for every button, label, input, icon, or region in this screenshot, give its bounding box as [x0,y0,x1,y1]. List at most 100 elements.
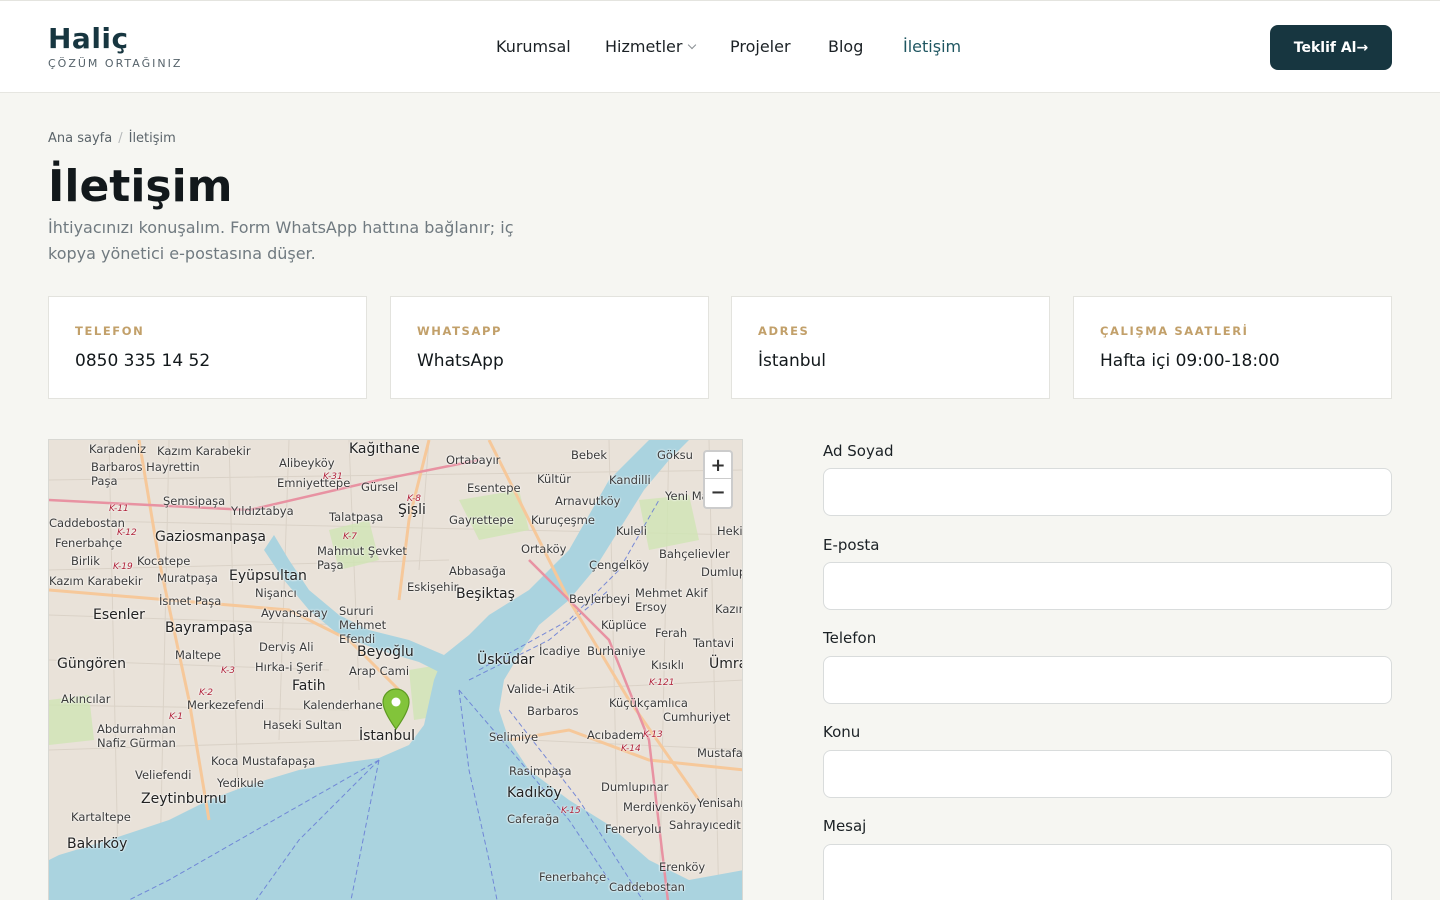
map-label: Kağıthane [349,441,420,457]
map-label: Güngören [57,656,126,672]
breadcrumb-home-link[interactable]: Ana sayfa [48,131,112,146]
road-label: K-12 [117,528,137,538]
map-label: Şemsipaşa [163,494,226,508]
phone-field[interactable] [823,656,1392,704]
road-label: K-3 [221,666,235,676]
map-label: Mehmet Akif Ersoy [635,586,708,614]
map-label: Akıncılar [61,692,111,706]
map-label: Beşiktaş [456,586,515,602]
road-label: K-1 [169,712,183,722]
map-label: Esentepe [467,481,521,495]
card-label: ÇALIŞMA SAATLERİ [1100,324,1249,338]
map-label: Arap Cami [349,664,410,678]
card-label: WHATSAPP [417,324,503,338]
map-label: Hırka-i Şerif [255,660,323,674]
email-field[interactable] [823,562,1392,610]
email-label: E-posta [823,536,880,554]
map-label: Merdivenköy [623,800,697,814]
nav-item-label: Hizmetler [605,37,683,56]
map-label: Sururi Mehmet Efendi [339,604,387,646]
card-value[interactable]: 0850 335 14 52 [75,351,210,371]
map-label: Ortaköy [521,542,567,556]
location-pin-icon[interactable] [382,688,410,730]
full-name-label: Ad Soyad [823,442,894,460]
brand-tagline: ÇÖZÜM ORTAĞINIZ [48,57,183,70]
map-label: Kalenderhane [303,698,383,712]
card-value[interactable]: WhatsApp [417,351,504,371]
map-label: Yenisahr [697,796,743,810]
message-label: Mesaj [823,817,867,835]
map-label: Beyoğlu [357,644,414,660]
location-map[interactable]: Karadeniz Kazım Karabekir Kağıthane Orta… [48,439,743,900]
map-label: Yıldıztabya [231,504,294,518]
map-label: Kocatepe [137,554,191,568]
map-label: Caddebostan [49,516,125,530]
map-label: Kandilli [609,473,651,487]
map-label: Kazım Karabekir [157,444,251,458]
phone-label: Telefon [823,629,877,647]
map-label: Bahçelievler [659,547,730,561]
map-label: Fatih [292,678,326,694]
zoom-in-button[interactable]: + [705,452,731,479]
map-label: Kazım Karabekir [49,574,143,588]
road-label: K-121 [649,678,675,688]
map-label: Gayrettepe [449,513,514,527]
road-label: K-2 [199,688,213,698]
map-label: Bakırköy [67,836,128,852]
map-label: Rasimpaşa [509,764,572,778]
info-card-address: ADRES İstanbul [731,296,1050,399]
map-label: Caferağa [507,812,560,826]
map-label: İcadiye [539,644,581,658]
map-label: Merkezefendi [187,698,265,712]
map-label: Alibeyköy [279,456,335,470]
map-label: Kuruçeşme [531,513,595,527]
map-label: Burhaniye [587,644,646,658]
road-label: K-7 [343,532,357,542]
map-label: Küplüce [601,618,647,632]
map-label: Ferah [655,626,688,640]
map-label: Esenler [93,607,145,623]
map-label: Dumlup [701,565,743,579]
nav-item-hizmetler[interactable]: Hizmetler [605,36,697,58]
nav-item-blog[interactable]: Blog [828,36,863,58]
map-label: Mahmut Şevket Paşa [317,544,407,572]
map-label: Abdurrahman Nafiz Gürman [97,722,176,750]
map-label: Ortabayır [446,453,501,467]
full-name-field[interactable] [823,468,1392,516]
brand-logo[interactable]: Haliç ÇÖZÜM ORTAĞINIZ [48,22,183,71]
map-label: Tantavi [693,636,735,650]
card-value: Hafta içi 09:00-18:00 [1100,351,1280,371]
map-label: Kültür [537,472,571,486]
site-header: Haliç ÇÖZÜM ORTAĞINIZ Kurumsal Hizmetler… [0,0,1440,93]
map-zoom-control: + − [703,450,733,509]
breadcrumb-current: İletişim [128,131,176,146]
map-label: Gaziosmanpaşa [155,529,266,545]
brand-name: Haliç [48,22,129,55]
road-label: K-19 [113,562,133,572]
map-label: Küçükçamlıca [609,696,688,710]
map-label: Mustafa [697,746,743,760]
map-label: Koca Mustafapaşa [211,754,316,768]
road-label: K-8 [407,494,421,504]
card-label: ADRES [758,324,810,338]
nav-item-kurumsal[interactable]: Kurumsal [496,36,571,58]
nav-item-projeler[interactable]: Projeler [730,36,791,58]
map-label: Çengelköy [589,558,650,572]
map-label: Karadeniz [89,442,147,456]
nav-item-iletisim[interactable]: İletişim [903,36,961,58]
map-label: Feneryolu [605,822,662,836]
map-label: Derviş Ali [259,640,314,654]
quote-button[interactable]: Teklif Al→ [1270,25,1392,70]
info-card-whatsapp: WHATSAPP WhatsApp [390,296,709,399]
breadcrumb-separator: / [118,131,123,146]
map-label: Veliefendi [135,768,192,782]
map-label: Selimiye [489,730,539,744]
message-field[interactable] [823,844,1392,900]
zoom-out-button[interactable]: − [705,479,731,506]
card-value: İstanbul [758,351,827,371]
map-label: Fenerbahçe [55,536,123,550]
map-label: Talatpaşa [329,510,384,524]
subject-field[interactable] [823,750,1392,798]
map-label: Barbaros [527,704,579,718]
map-label: Ayvansaray [261,606,328,620]
